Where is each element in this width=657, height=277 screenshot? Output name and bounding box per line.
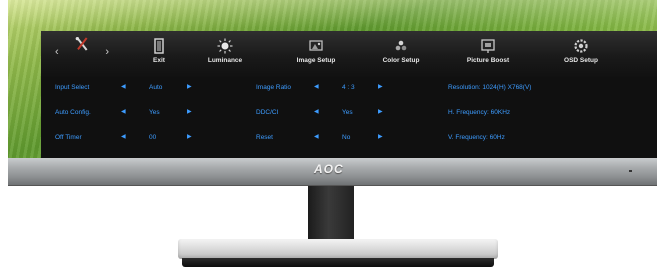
setting-label[interactable]: Input Select — [55, 84, 89, 91]
setting-label[interactable]: Off Timer — [55, 134, 82, 141]
arrow-left-icon[interactable]: ◀ — [121, 108, 126, 115]
arrow-left-icon[interactable]: ◀ — [314, 108, 319, 115]
stand-base-edge — [182, 258, 494, 267]
monitor-bezel: AOC — [8, 158, 657, 186]
brand-logo: AOC — [314, 162, 344, 176]
arrow-left-icon[interactable]: ◀ — [121, 133, 126, 140]
arrow-left-icon[interactable]: ◀ — [314, 83, 319, 90]
setting-value: Yes — [149, 109, 160, 116]
setting-label[interactable]: DDC/CI — [256, 109, 278, 116]
tab-image-setup-label: Image Setup — [296, 57, 336, 64]
monitor-stand-base — [178, 239, 498, 272]
power-led-icon — [629, 170, 632, 172]
osd-row: Input Select ◀ Auto ▶ Image Ratio ◀ 4 : … — [41, 80, 657, 102]
arrow-right-icon[interactable]: ▶ — [187, 108, 192, 115]
setting-value: 4 : 3 — [342, 84, 355, 91]
screen-wallpaper: ‹ › Exit Luminance Image Setup Color Set… — [8, 0, 657, 158]
setting-value: Yes — [342, 109, 353, 116]
setting-value: No — [342, 134, 351, 141]
setting-label[interactable]: Reset — [256, 134, 273, 141]
arrow-left-icon[interactable]: ◀ — [121, 83, 126, 90]
tab-luminance[interactable]: Luminance — [196, 35, 254, 75]
tab-exit[interactable]: Exit — [139, 35, 179, 75]
osd-menu: ‹ › Exit Luminance Image Setup Color Set… — [41, 31, 657, 158]
chevron-left-icon[interactable]: ‹ — [55, 46, 59, 58]
arrow-right-icon[interactable]: ▶ — [187, 133, 192, 140]
tab-factory[interactable]: ‹ › — [55, 35, 109, 75]
tab-exit-label: Exit — [153, 57, 165, 64]
arrow-left-icon[interactable]: ◀ — [314, 133, 319, 140]
osd-row: Auto Config. ◀ Yes ▶ DDC/CI ◀ Yes ▶ H. F… — [41, 105, 657, 127]
tab-picture-boost[interactable]: Picture Boost — [453, 35, 523, 75]
tab-color-setup[interactable]: Color Setup — [371, 35, 431, 75]
tab-image-setup[interactable]: Image Setup — [281, 35, 351, 75]
sun-icon — [217, 38, 233, 54]
image-setup-icon — [309, 40, 323, 51]
picture-boost-icon — [481, 39, 495, 53]
tab-picture-boost-label: Picture Boost — [466, 57, 510, 64]
arrow-right-icon[interactable]: ▶ — [378, 133, 383, 140]
exit-door-icon — [154, 38, 164, 54]
arrow-right-icon[interactable]: ▶ — [378, 108, 383, 115]
monitor: ‹ › Exit Luminance Image Setup Color Set… — [8, 0, 657, 197]
stand-base-top — [178, 239, 498, 259]
info-text: V. Frequency: 60Hz — [448, 134, 505, 141]
arrow-right-icon[interactable]: ▶ — [187, 83, 192, 90]
color-setup-icon — [395, 40, 407, 51]
chevron-right-icon[interactable]: › — [105, 46, 109, 58]
setting-label[interactable]: Image Ratio — [256, 84, 291, 91]
osd-tab-bar: ‹ › Exit Luminance Image Setup Color Set… — [41, 31, 657, 77]
osd-setup-icon — [574, 39, 588, 53]
osd-row: Off Timer ◀ 00 ▶ Reset ◀ No ▶ V. Frequen… — [41, 130, 657, 152]
tab-osd-setup-label: OSD Setup — [564, 57, 598, 64]
setting-value: 00 — [149, 134, 157, 141]
tools-icon — [75, 37, 88, 51]
setting-value: Auto — [149, 84, 163, 91]
tab-osd-setup[interactable]: OSD Setup — [551, 35, 611, 75]
tab-color-setup-label: Color Setup — [382, 57, 420, 64]
setting-label[interactable]: Auto Config. — [55, 109, 91, 116]
arrow-right-icon[interactable]: ▶ — [378, 83, 383, 90]
info-text: Resolution: 1024(H) X768(V) — [448, 84, 532, 91]
monitor-stand-neck — [308, 186, 354, 241]
info-text: H. Frequency: 60KHz — [448, 109, 511, 116]
tab-luminance-label: Luminance — [207, 57, 243, 64]
